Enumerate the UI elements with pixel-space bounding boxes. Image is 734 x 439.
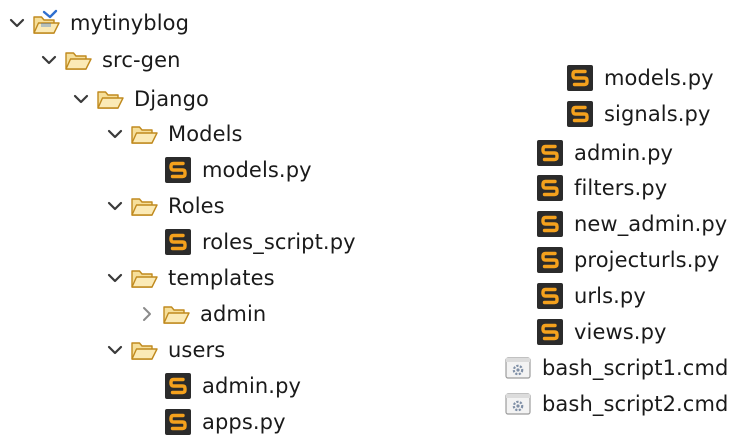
tree-item-label: filters.py [574,176,668,200]
folder-open-icon [162,300,190,328]
chevron-down-icon[interactable] [104,261,126,295]
tree-item-label: admin [200,302,267,326]
python-file-icon [536,246,564,274]
tree-item-models-folder[interactable]: Models [104,117,243,151]
tree-item-roles-folder[interactable]: Roles [104,189,225,223]
tree-item-src-gen[interactable]: src-gen [38,43,181,77]
tree-item-urls-py[interactable]: urls.py [536,279,646,313]
tree-item-label: src-gen [102,48,181,72]
python-file-icon [566,64,594,92]
tree-item-label: bash_script2.cmd [542,392,729,416]
chevron-down-icon[interactable] [104,333,126,367]
folder-open-icon [130,120,158,148]
tree-item-label: Models [168,122,243,146]
folder-open-icon [96,85,124,113]
tree-item-label: templates [168,266,275,290]
tree-item-templates-folder[interactable]: templates [104,261,275,295]
python-file-icon [164,372,192,400]
tree-item-signals-py[interactable]: signals.py [566,97,711,131]
python-file-icon [536,282,564,310]
project-folder-icon [32,9,60,37]
python-file-icon [164,156,192,184]
python-file-icon [536,210,564,238]
python-file-icon [536,318,564,346]
tree-item-label: new_admin.py [574,212,728,236]
python-file-icon [536,174,564,202]
tree-item-label: urls.py [574,284,646,308]
tree-item-new-admin-py[interactable]: new_admin.py [536,207,727,241]
tree-item-django[interactable]: Django [70,82,209,116]
chevron-down-icon[interactable] [38,43,60,77]
tree-item-filters-py[interactable]: filters.py [536,171,667,205]
python-file-icon [164,408,192,436]
python-file-icon [566,100,594,128]
project-explorer-tree: mytinyblog src-gen Django Models models.… [0,0,734,435]
tree-item-label: models.py [202,158,312,182]
tree-item-projecturls-py[interactable]: projecturls.py [536,243,719,277]
folder-open-icon [130,336,158,364]
tree-item-models-py[interactable]: models.py [138,153,312,187]
chevron-down-icon[interactable] [104,189,126,223]
tree-item-mytinyblog[interactable]: mytinyblog [6,6,189,40]
folder-open-icon [130,264,158,292]
tree-item-roles-script-py[interactable]: roles_script.py [138,225,356,259]
tree-item-users-folder[interactable]: users [104,333,225,367]
tree-item-admin-py[interactable]: admin.py [138,369,301,403]
tree-item-apps-py[interactable]: apps.py [138,405,286,439]
python-file-icon [536,139,564,167]
folder-open-icon [130,192,158,220]
tree-item-views-py[interactable]: views.py [536,315,667,349]
chevron-down-icon[interactable] [104,117,126,151]
gear-file-icon [504,354,532,382]
tree-item-label: Roles [168,194,225,218]
tree-item-bash-script1-cmd[interactable]: bash_script1.cmd [504,351,728,385]
python-file-icon [164,228,192,256]
tree-item-label: mytinyblog [70,11,190,35]
tree-item-label: admin.py [574,141,674,165]
chevron-right-icon[interactable] [136,297,158,331]
tree-item-label: bash_script1.cmd [542,356,729,380]
chevron-down-icon[interactable] [6,6,28,40]
tree-item-admin-folder[interactable]: admin [136,297,266,331]
tree-item-label: signals.py [604,102,711,126]
tree-item-models-py-right[interactable]: models.py [566,61,714,95]
tree-item-label: projecturls.py [574,248,720,272]
tree-item-label: admin.py [202,374,302,398]
chevron-down-icon[interactable] [70,82,92,116]
tree-item-label: Django [134,87,209,111]
tree-item-label: views.py [574,320,667,344]
gear-file-icon [504,390,532,418]
folder-open-icon [64,46,92,74]
tree-item-admin-py-right[interactable]: admin.py [536,136,673,170]
tree-item-label: models.py [604,66,714,90]
tree-item-bash-script2-cmd[interactable]: bash_script2.cmd [504,387,728,421]
tree-item-label: roles_script.py [202,230,356,254]
tree-item-label: apps.py [202,410,286,434]
tree-item-label: users [168,338,226,362]
